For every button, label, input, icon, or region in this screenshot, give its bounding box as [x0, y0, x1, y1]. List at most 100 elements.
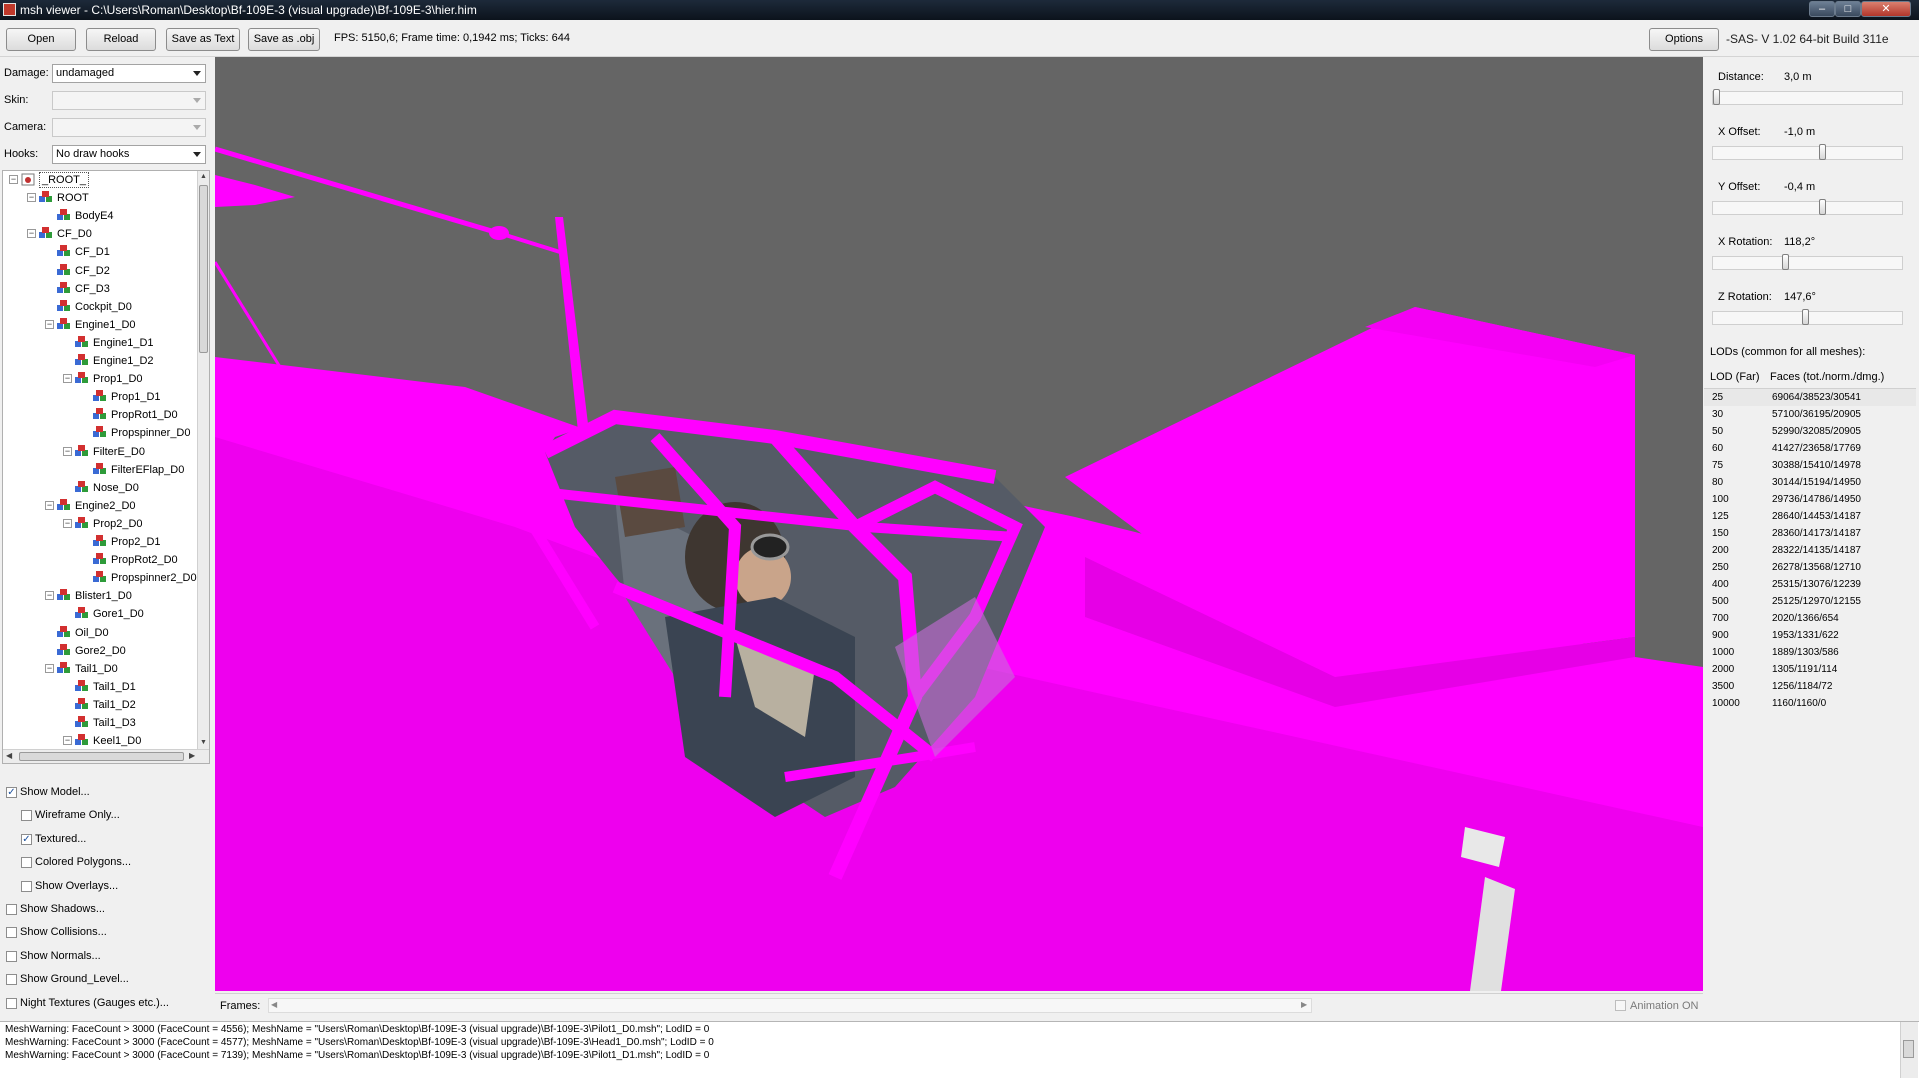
open-button[interactable]: Open: [6, 28, 76, 51]
tree-node[interactable]: − CF_D0: [3, 225, 199, 243]
tree-collapse-icon[interactable]: −: [63, 446, 72, 456]
tree-hscroll-thumb[interactable]: [19, 752, 184, 761]
tree-node[interactable]: Gore1_D0: [3, 605, 199, 623]
option-checkbox[interactable]: [6, 950, 17, 962]
lod-row[interactable]: 50 52990/32085/20905: [1704, 423, 1916, 440]
lod-row[interactable]: 10000 1160/1160/0: [1704, 695, 1916, 712]
lod-header-faces[interactable]: Faces (tot./norm./dmg.): [1770, 371, 1884, 383]
tree-node[interactable]: − Engine2_D0: [3, 497, 199, 515]
slider-thumb[interactable]: [1819, 144, 1826, 160]
slider-track[interactable]: [1712, 144, 1903, 160]
option-checkbox-label[interactable]: Show Shadows...: [20, 903, 105, 915]
frames-right-arrow-icon[interactable]: ▶: [1301, 1000, 1307, 1009]
lod-row[interactable]: 200 28322/14135/14187: [1704, 542, 1916, 559]
maximize-icon[interactable]: □: [1835, 1, 1861, 17]
scroll-up-arrow-icon[interactable]: ▲: [200, 173, 207, 180]
lod-row[interactable]: 500 25125/12970/12155: [1704, 593, 1916, 610]
tree-vertical-scrollbar[interactable]: ▲ ▼: [197, 171, 209, 749]
lod-row[interactable]: 30 57100/36195/20905: [1704, 406, 1916, 423]
tree-node[interactable]: Prop1_D1: [3, 388, 199, 406]
option-checkbox[interactable]: [6, 974, 17, 986]
option-checkbox-label[interactable]: Show Collisions...: [20, 926, 107, 938]
lod-row[interactable]: 80 30144/15194/14950: [1704, 474, 1916, 491]
lod-row[interactable]: 900 1953/1331/622: [1704, 627, 1916, 644]
option-checkbox[interactable]: [6, 927, 17, 939]
option-checkbox[interactable]: [21, 880, 32, 892]
option-checkbox[interactable]: ✓: [21, 833, 32, 845]
option-checkbox-label[interactable]: Show Overlays...: [35, 880, 118, 892]
close-icon[interactable]: ✕: [1861, 1, 1911, 17]
tree-node[interactable]: − Keel1_D0: [3, 732, 199, 750]
tree-node[interactable]: − Prop2_D0: [3, 515, 199, 533]
log-scrollbar[interactable]: [1900, 1022, 1918, 1078]
tree-node[interactable]: − FilterE_D0: [3, 443, 199, 461]
tree-collapse-icon[interactable]: −: [27, 193, 36, 203]
tree-collapse-icon[interactable]: −: [27, 229, 36, 239]
scroll-right-arrow-icon[interactable]: ▶: [189, 751, 195, 760]
camera-select[interactable]: [52, 118, 206, 137]
lod-row[interactable]: 125 28640/14453/14187: [1704, 508, 1916, 525]
log-panel[interactable]: MeshWarning: FaceCount > 3000 (FaceCount…: [0, 1021, 1919, 1080]
lod-row[interactable]: 150 28360/14173/14187: [1704, 525, 1916, 542]
tree-node[interactable]: − _ROOT_: [3, 171, 199, 189]
tree-node[interactable]: CF_D1: [3, 243, 199, 261]
tree-node[interactable]: Nose_D0: [3, 479, 199, 497]
tree-collapse-icon[interactable]: −: [45, 319, 54, 329]
skin-select[interactable]: [52, 91, 206, 110]
tree-collapse-icon[interactable]: −: [45, 663, 54, 673]
option-checkbox-label[interactable]: Show Ground_Level...: [20, 973, 129, 985]
tree-node[interactable]: Oil_D0: [3, 624, 199, 642]
lod-row[interactable]: 25 69064/38523/30541: [1704, 389, 1916, 406]
slider-track[interactable]: [1712, 254, 1903, 270]
option-checkbox[interactable]: [21, 810, 32, 822]
tree-node[interactable]: Propspinner_D0: [3, 424, 199, 442]
tree-collapse-icon[interactable]: −: [9, 175, 18, 184]
tree-node[interactable]: Engine1_D1: [3, 334, 199, 352]
tree-node[interactable]: − Blister1_D0: [3, 587, 199, 605]
scroll-down-arrow-icon[interactable]: ▼: [200, 739, 207, 746]
tree-node[interactable]: PropRot1_D0: [3, 406, 199, 424]
tree-node[interactable]: Tail1_D1: [3, 678, 199, 696]
tree-collapse-icon[interactable]: −: [63, 736, 72, 746]
option-checkbox-label[interactable]: Show Normals...: [20, 950, 101, 962]
lod-header-far[interactable]: LOD (Far): [1710, 371, 1760, 383]
tree-node[interactable]: Cockpit_D0: [3, 298, 199, 316]
option-checkbox-label[interactable]: Textured...: [35, 833, 86, 845]
tree-collapse-icon[interactable]: −: [63, 374, 72, 384]
tree-node[interactable]: − Tail1_D0: [3, 660, 199, 678]
options-button[interactable]: Options: [1649, 28, 1719, 51]
slider-thumb[interactable]: [1782, 254, 1789, 270]
lod-row[interactable]: 75 30388/15410/14978: [1704, 457, 1916, 474]
tree-horizontal-scrollbar[interactable]: ◀ ▶: [3, 749, 209, 763]
lod-row[interactable]: 1000 1889/1303/586: [1704, 644, 1916, 661]
log-scroll-thumb[interactable]: [1903, 1040, 1914, 1058]
tree-collapse-icon[interactable]: −: [63, 518, 72, 528]
option-checkbox-label[interactable]: Night Textures (Gauges etc.)...: [20, 997, 169, 1009]
scroll-left-arrow-icon[interactable]: ◀: [6, 751, 12, 760]
tree-node[interactable]: CF_D3: [3, 280, 199, 298]
option-checkbox-label[interactable]: Colored Polygons...: [35, 856, 131, 868]
tree-node[interactable]: Engine1_D2: [3, 352, 199, 370]
tree-node[interactable]: − Prop1_D0: [3, 370, 199, 388]
tree-node[interactable]: Tail1_D2: [3, 696, 199, 714]
frames-left-arrow-icon[interactable]: ◀: [271, 1000, 277, 1009]
lod-row[interactable]: 2000 1305/1191/114: [1704, 661, 1916, 678]
slider-track[interactable]: [1712, 199, 1903, 215]
option-checkbox[interactable]: ✓: [6, 787, 17, 798]
option-checkbox[interactable]: [21, 857, 32, 869]
lod-row[interactable]: 400 25315/13076/12239: [1704, 576, 1916, 593]
slider-track[interactable]: [1712, 89, 1903, 105]
lod-row[interactable]: 100 29736/14786/14950: [1704, 491, 1916, 508]
lod-table[interactable]: 25 69064/38523/30541 30 57100/36195/20905 50…: [1704, 389, 1916, 712]
tree-node[interactable]: CF_D2: [3, 262, 199, 280]
tree-node[interactable]: Gore2_D0: [3, 642, 199, 660]
tree-node[interactable]: Prop2_D1: [3, 533, 199, 551]
tree-node[interactable]: FilterEFlap_D0: [3, 461, 199, 479]
save-as-text-button[interactable]: Save as Text: [166, 28, 240, 51]
tree-node[interactable]: − Engine1_D0: [3, 316, 199, 334]
slider-thumb[interactable]: [1819, 199, 1826, 215]
tree-node[interactable]: BodyE4: [3, 207, 199, 225]
option-checkbox[interactable]: [6, 904, 17, 915]
option-checkbox[interactable]: [6, 997, 17, 1009]
tree-collapse-icon[interactable]: −: [45, 591, 54, 601]
